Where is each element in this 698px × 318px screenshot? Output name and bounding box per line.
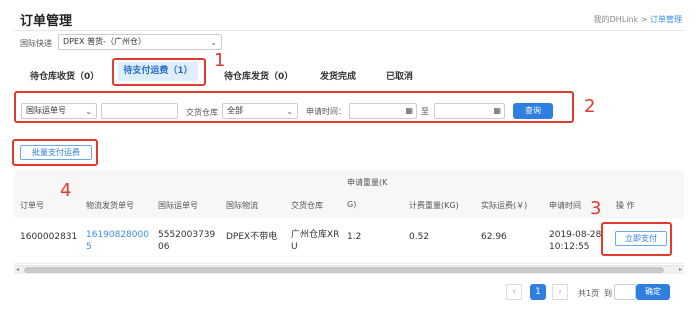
apply-time-label: 申请时间：: [306, 107, 346, 116]
breadcrumb-current: 订单管理: [650, 15, 682, 24]
intl-express-label: 国际快递: [20, 39, 52, 48]
total-pages-label: 共1页: [578, 289, 600, 298]
col-order-no: 订单号: [20, 201, 44, 210]
col-actual-freight: 实际运费(￥): [481, 201, 528, 210]
col-charge-weight: 计费重量(KG): [409, 201, 459, 210]
calendar-icon[interactable]: ▦: [405, 106, 413, 115]
col-apply-weight-line1: 申请重量(K: [347, 178, 388, 187]
start-date-input[interactable]: ▦: [349, 103, 417, 119]
chevron-down-icon: ⌄: [286, 107, 293, 116]
annotation-box-1: [112, 58, 206, 86]
tab-pending-ship[interactable]: 待仓库发货（0）: [224, 69, 293, 82]
tracking-number-input[interactable]: [101, 103, 178, 119]
chevron-down-icon: ⌄: [210, 38, 217, 47]
cell-apply-time-line2: 10:12:55: [549, 242, 590, 252]
scroll-left-icon[interactable]: ◂: [16, 266, 19, 273]
goto-label: 到: [604, 289, 612, 298]
page-1-button[interactable]: 1: [530, 284, 546, 300]
calendar-icon[interactable]: ▦: [493, 106, 501, 115]
chevron-down-icon: ⌄: [85, 107, 92, 116]
query-button[interactable]: 查询: [513, 103, 553, 119]
cell-warehouse-line2: U: [291, 242, 298, 252]
cell-intl-logistics: DPEX不带电: [226, 232, 278, 242]
cell-warehouse-line1: 广州仓库XR: [291, 230, 340, 240]
search-type-select[interactable]: 国际运单号 ⌄: [21, 103, 97, 119]
col-warehouse: 交货仓库: [291, 201, 323, 210]
warehouse-select[interactable]: 全部 ⌄: [222, 103, 298, 119]
col-intl-logistics: 国际物流: [226, 201, 258, 210]
pay-now-button[interactable]: 立即支付: [615, 231, 667, 246]
annotation-number-2: 2: [584, 96, 596, 117]
tab-pending-receive[interactable]: 待仓库收货（0）: [30, 69, 99, 82]
warehouse-label: 交货仓库: [186, 108, 218, 117]
cell-intl-no: 5552003739 06: [158, 229, 215, 253]
horizontal-scrollbar[interactable]: ◂ ▸: [14, 265, 684, 274]
warehouse-value: 全部: [227, 106, 243, 115]
cell-intl-no-line2: 06: [158, 242, 170, 252]
search-type-value: 国际运单号: [26, 106, 66, 115]
cell-logistics-no-line1[interactable]: 16190828000: [86, 229, 149, 241]
batch-pay-button[interactable]: 批量支付运费: [20, 145, 92, 160]
tab-shipped[interactable]: 发货完成: [320, 69, 356, 82]
annotation-number-1: 1: [214, 50, 226, 71]
tab-cancelled[interactable]: 已取消: [386, 69, 413, 82]
intl-express-select[interactable]: DPEX 普货-（广州仓） ⌄: [58, 34, 222, 50]
cell-apply-time-line1: 2019-08-28: [549, 230, 602, 240]
next-page-button[interactable]: ›: [552, 284, 568, 300]
intl-express-value: DPEX 普货-（广州仓）: [63, 37, 146, 46]
col-intl-no: 国际运单号: [158, 201, 198, 210]
to-label: 至: [421, 107, 429, 116]
header-divider: [14, 30, 684, 31]
annotation-number-4: 4: [60, 180, 72, 201]
scrollbar-thumb[interactable]: [24, 267, 664, 273]
col-apply-time: 申请时间: [549, 201, 581, 210]
page-title: 订单管理: [20, 14, 73, 29]
col-apply-weight-line2: G): [347, 200, 357, 209]
col-apply-weight: 申请重量(K: [347, 177, 387, 188]
confirm-button[interactable]: 确定: [636, 284, 670, 300]
prev-page-button[interactable]: ‹: [506, 284, 522, 300]
annotation-number-3: 3: [590, 198, 602, 219]
col-action: 操 作: [616, 201, 635, 210]
cell-logistics-no-line2[interactable]: 5: [86, 241, 149, 253]
col-logistics-no: 物流发货单号: [86, 201, 134, 210]
cell-apply-weight: 1.2: [347, 232, 362, 242]
cell-logistics-no[interactable]: 16190828000 5: [86, 229, 149, 253]
breadcrumb: 我的DHLink > 订单管理: [594, 14, 682, 25]
end-date-input[interactable]: ▦: [434, 103, 505, 119]
breadcrumb-separator: >: [640, 15, 648, 24]
scroll-right-icon[interactable]: ▸: [679, 266, 682, 273]
breadcrumb-parent-link[interactable]: 我的DHLink: [594, 15, 639, 24]
cell-actual-freight: 62.96: [481, 232, 507, 242]
cell-warehouse: 广州仓库XR U: [291, 229, 339, 253]
cell-intl-no-line1: 5552003739: [158, 230, 216, 240]
cell-order-no: 1600002831: [20, 232, 78, 242]
cell-apply-time: 2019-08-28 10:12:55: [549, 229, 601, 253]
goto-page-input[interactable]: [614, 284, 636, 300]
cell-charge-weight: 0.52: [409, 232, 430, 242]
